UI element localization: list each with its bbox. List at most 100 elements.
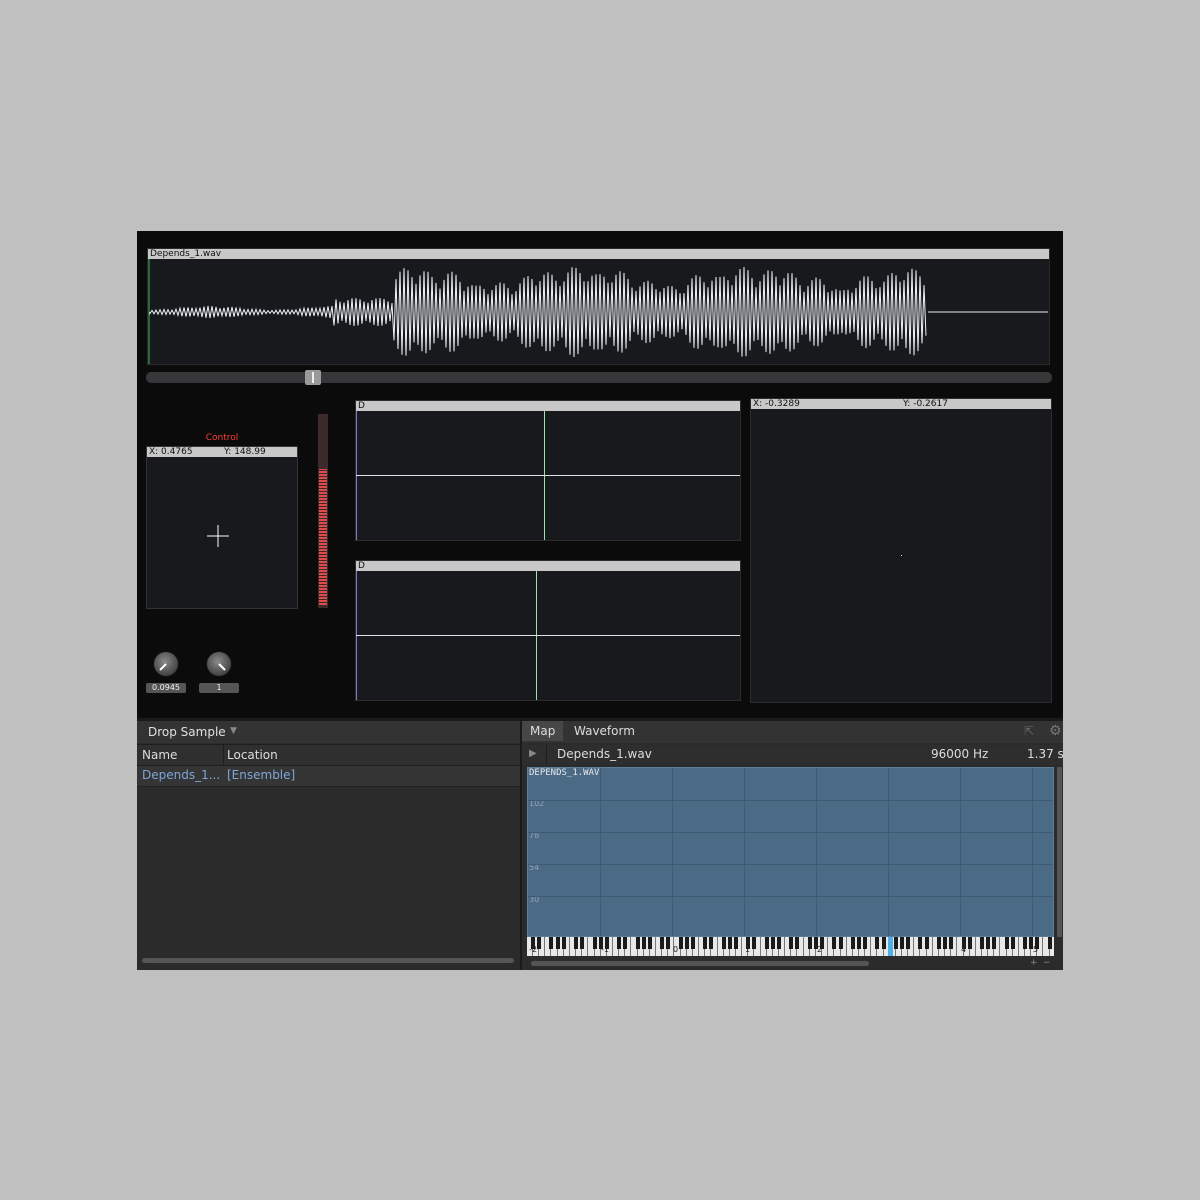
piano-black-key[interactable] bbox=[690, 937, 695, 949]
gear-icon[interactable]: ⚙ bbox=[1049, 723, 1062, 739]
piano-black-key[interactable] bbox=[943, 937, 948, 949]
scope-1[interactable]: D bbox=[355, 400, 741, 541]
sampler-window: Depends_1.wav Control X: 0.4765 Y: 148.9… bbox=[137, 231, 1063, 970]
sample-list-toolbar: Drop Sample ▼ bbox=[137, 721, 520, 743]
export-icon[interactable]: ⇱ bbox=[1024, 724, 1034, 738]
piano-black-key[interactable] bbox=[900, 937, 904, 949]
xy-pad-x-readout: X: 0.4765 bbox=[149, 447, 193, 457]
piano-black-key[interactable] bbox=[850, 937, 855, 949]
tab-map[interactable]: Map bbox=[522, 721, 564, 741]
map-grid-line bbox=[600, 768, 601, 936]
piano-black-key[interactable] bbox=[795, 937, 800, 949]
tab-waveform[interactable]: Waveform bbox=[566, 721, 643, 741]
map-grid-line bbox=[960, 768, 961, 936]
piano-black-key[interactable] bbox=[647, 937, 652, 949]
octave-label: 1 bbox=[745, 945, 751, 954]
waveform-panel[interactable]: Depends_1.wav bbox=[147, 248, 1050, 365]
play-icon[interactable]: ▶ bbox=[529, 748, 537, 759]
scope-2[interactable]: D bbox=[355, 560, 741, 701]
piano-black-key[interactable] bbox=[863, 937, 868, 949]
piano-black-key[interactable] bbox=[623, 937, 628, 949]
piano-black-key[interactable] bbox=[703, 937, 708, 949]
dropdown-arrow-icon[interactable]: ▼ bbox=[230, 726, 237, 736]
column-name[interactable]: Name bbox=[142, 745, 177, 765]
piano-keyboard[interactable]: -2 -1 0 1 2 4 5 bbox=[527, 937, 1054, 956]
piano-black-key[interactable] bbox=[684, 937, 689, 949]
knob-2-value[interactable]: 1 bbox=[199, 683, 239, 693]
piano-black-key[interactable] bbox=[561, 937, 566, 949]
piano-black-key[interactable] bbox=[617, 937, 622, 949]
zoom-in-icon[interactable]: + bbox=[1030, 958, 1038, 968]
piano-black-key[interactable] bbox=[1010, 937, 1015, 949]
piano-black-key[interactable] bbox=[549, 937, 554, 949]
xy-pad-header: X: 0.4765 Y: 148.99 bbox=[147, 447, 297, 457]
piano-black-key[interactable] bbox=[752, 937, 757, 949]
level-meter-bars bbox=[319, 469, 327, 606]
sample-list-scrollbar[interactable] bbox=[142, 958, 514, 963]
row-location[interactable]: [Ensemble] bbox=[227, 768, 295, 782]
column-location[interactable]: Location bbox=[227, 745, 278, 765]
piano-black-key[interactable] bbox=[733, 937, 738, 949]
piano-black-key[interactable] bbox=[893, 937, 898, 949]
position-scrollbar[interactable] bbox=[146, 372, 1052, 383]
knob-2[interactable] bbox=[206, 651, 232, 677]
map-vertical-scrollbar[interactable] bbox=[1057, 767, 1062, 937]
piano-black-key[interactable] bbox=[789, 937, 794, 949]
piano-black-key[interactable] bbox=[537, 937, 542, 949]
piano-black-key[interactable] bbox=[666, 937, 671, 949]
waveform-title: Depends_1.wav bbox=[148, 249, 1049, 259]
drop-sample-dropdown[interactable]: Drop Sample bbox=[148, 725, 226, 739]
piano-black-key[interactable] bbox=[678, 937, 683, 949]
piano-black-key[interactable] bbox=[838, 937, 843, 949]
piano-black-key[interactable] bbox=[1023, 937, 1027, 949]
piano-black-key[interactable] bbox=[856, 937, 861, 949]
piano-black-key[interactable] bbox=[918, 937, 923, 949]
piano-black-key[interactable] bbox=[1047, 937, 1052, 949]
xy-plot-y-readout: Y: -0.2617 bbox=[903, 399, 948, 409]
map-horizontal-scrollbar[interactable] bbox=[531, 961, 869, 966]
sample-map[interactable]: DEPENDS_1.WAV 102 78 54 30 bbox=[527, 767, 1054, 937]
piano-black-key[interactable] bbox=[635, 937, 640, 949]
piano-black-key[interactable] bbox=[807, 937, 812, 949]
piano-black-key[interactable] bbox=[924, 937, 929, 949]
piano-black-key[interactable] bbox=[832, 937, 837, 949]
piano-black-key[interactable] bbox=[592, 937, 597, 949]
octave-label: -1 bbox=[601, 945, 609, 954]
piano-black-key[interactable] bbox=[1004, 937, 1009, 949]
piano-black-key[interactable] bbox=[979, 937, 984, 949]
file-name: Depends_1.wav bbox=[557, 747, 652, 761]
piano-black-key[interactable] bbox=[906, 937, 911, 949]
control-label: Control bbox=[205, 433, 239, 443]
octave-label: 4 bbox=[961, 945, 967, 954]
octave-label: 0 bbox=[673, 945, 679, 954]
knob-1-value[interactable]: 0.0945 bbox=[146, 683, 186, 693]
piano-black-key[interactable] bbox=[660, 937, 665, 949]
piano-black-key[interactable] bbox=[764, 937, 769, 949]
piano-black-key[interactable] bbox=[580, 937, 585, 949]
table-row[interactable]: Depends_1.... [Ensemble] bbox=[137, 766, 520, 787]
piano-black-key[interactable] bbox=[949, 937, 954, 949]
piano-black-key[interactable] bbox=[721, 937, 726, 949]
piano-black-key[interactable] bbox=[727, 937, 732, 949]
knob-1[interactable] bbox=[153, 651, 179, 677]
piano-black-key[interactable] bbox=[967, 937, 972, 949]
piano-black-key[interactable] bbox=[777, 937, 781, 949]
piano-black-key[interactable] bbox=[881, 937, 886, 949]
piano-black-key[interactable] bbox=[641, 937, 646, 949]
xy-pad[interactable]: X: 0.4765 Y: 148.99 bbox=[146, 446, 298, 609]
sample-list-panel: Drop Sample ▼ Name Location Depends_1...… bbox=[137, 721, 520, 970]
piano-black-key[interactable] bbox=[574, 937, 579, 949]
piano-black-key[interactable] bbox=[875, 937, 880, 949]
scope-2-header: D bbox=[356, 561, 740, 571]
piano-black-key[interactable] bbox=[555, 937, 560, 949]
position-slider-handle[interactable] bbox=[305, 370, 321, 385]
piano-black-key[interactable] bbox=[992, 937, 997, 949]
zoom-out-icon[interactable]: − bbox=[1043, 958, 1051, 968]
row-name[interactable]: Depends_1.... bbox=[142, 768, 220, 782]
piano-black-key[interactable] bbox=[709, 937, 714, 949]
piano-black-key[interactable] bbox=[936, 937, 941, 949]
piano-black-key[interactable] bbox=[770, 937, 775, 949]
piano-black-key[interactable] bbox=[986, 937, 991, 949]
crosshair-cursor-icon[interactable] bbox=[207, 525, 229, 547]
xy-plot[interactable]: X: -0.3289 Y: -0.2617 bbox=[750, 398, 1052, 703]
